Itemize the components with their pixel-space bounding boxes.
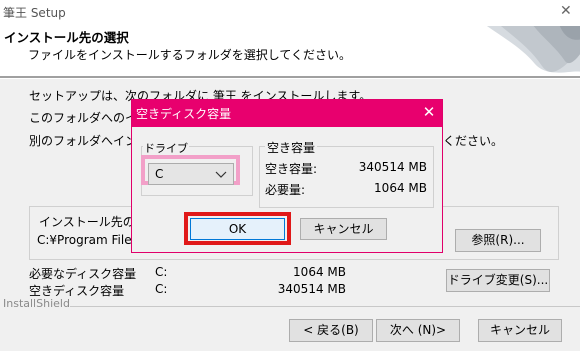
header-panel: インストール先の選択 ファイルをインストールするフォルダを選択してください。	[0, 26, 580, 76]
required-space-label: 必要なディスク容量	[29, 267, 137, 281]
dialog-required-label: 必要量:	[265, 183, 306, 197]
chevron-down-icon	[215, 171, 227, 178]
required-space-value: 1064 MB	[293, 265, 346, 279]
drive-group-label: ドライブ	[143, 140, 189, 156]
intro-text-3-end: ください。	[443, 134, 504, 148]
required-space-drive: C:	[155, 265, 168, 279]
dialog-title-bar: 空きディスク容量 ✕	[132, 100, 442, 127]
drive-select[interactable]: C	[148, 163, 234, 185]
installshield-label: InstallShield	[3, 297, 70, 310]
space-group-label: 空き容量	[265, 139, 318, 156]
free-space-value: 340514 MB	[277, 282, 346, 296]
page-title: インストール先の選択	[4, 30, 129, 45]
dialog-free-value: 340514 MB	[358, 160, 427, 174]
intro-text-3: 別のフォルダへイン	[29, 134, 138, 148]
setup-banner-graphic	[470, 26, 580, 76]
dialog-required-value: 1064 MB	[374, 181, 427, 195]
close-icon[interactable]: ✕	[560, 3, 576, 21]
header-divider	[0, 76, 580, 79]
dialog-close-icon[interactable]: ✕	[419, 102, 439, 122]
dialog-title: 空きディスク容量	[136, 107, 232, 121]
title-bar: 筆王 Setup ✕	[0, 0, 580, 26]
ok-button[interactable]: OK	[190, 218, 285, 240]
dialog-free-label: 空き容量:	[265, 162, 318, 176]
next-button[interactable]: 次へ (N)>	[376, 319, 460, 342]
free-space-drive: C:	[155, 282, 168, 296]
footer-divider	[70, 306, 580, 307]
dialog-cancel-button[interactable]: キャンセル	[300, 218, 387, 240]
disk-space-dialog: 空きディスク容量 ✕ ドライブ C 空き容量 空き容量: 340514 MB 必…	[131, 99, 443, 253]
intro-text-2: このフォルダへのイ	[29, 111, 138, 125]
back-button[interactable]: < 戻る(B)	[289, 319, 373, 342]
destination-path: C:¥Program Files	[37, 233, 138, 247]
browse-button[interactable]: 参照(R)...	[455, 229, 541, 252]
cancel-button[interactable]: キャンセル	[478, 319, 562, 342]
drive-select-value: C	[155, 167, 164, 181]
change-drive-button[interactable]: ドライブ変更(S)...	[446, 269, 550, 292]
window-title: 筆王 Setup	[3, 6, 66, 20]
page-subtitle: ファイルをインストールするフォルダを選択してください。	[28, 48, 352, 62]
